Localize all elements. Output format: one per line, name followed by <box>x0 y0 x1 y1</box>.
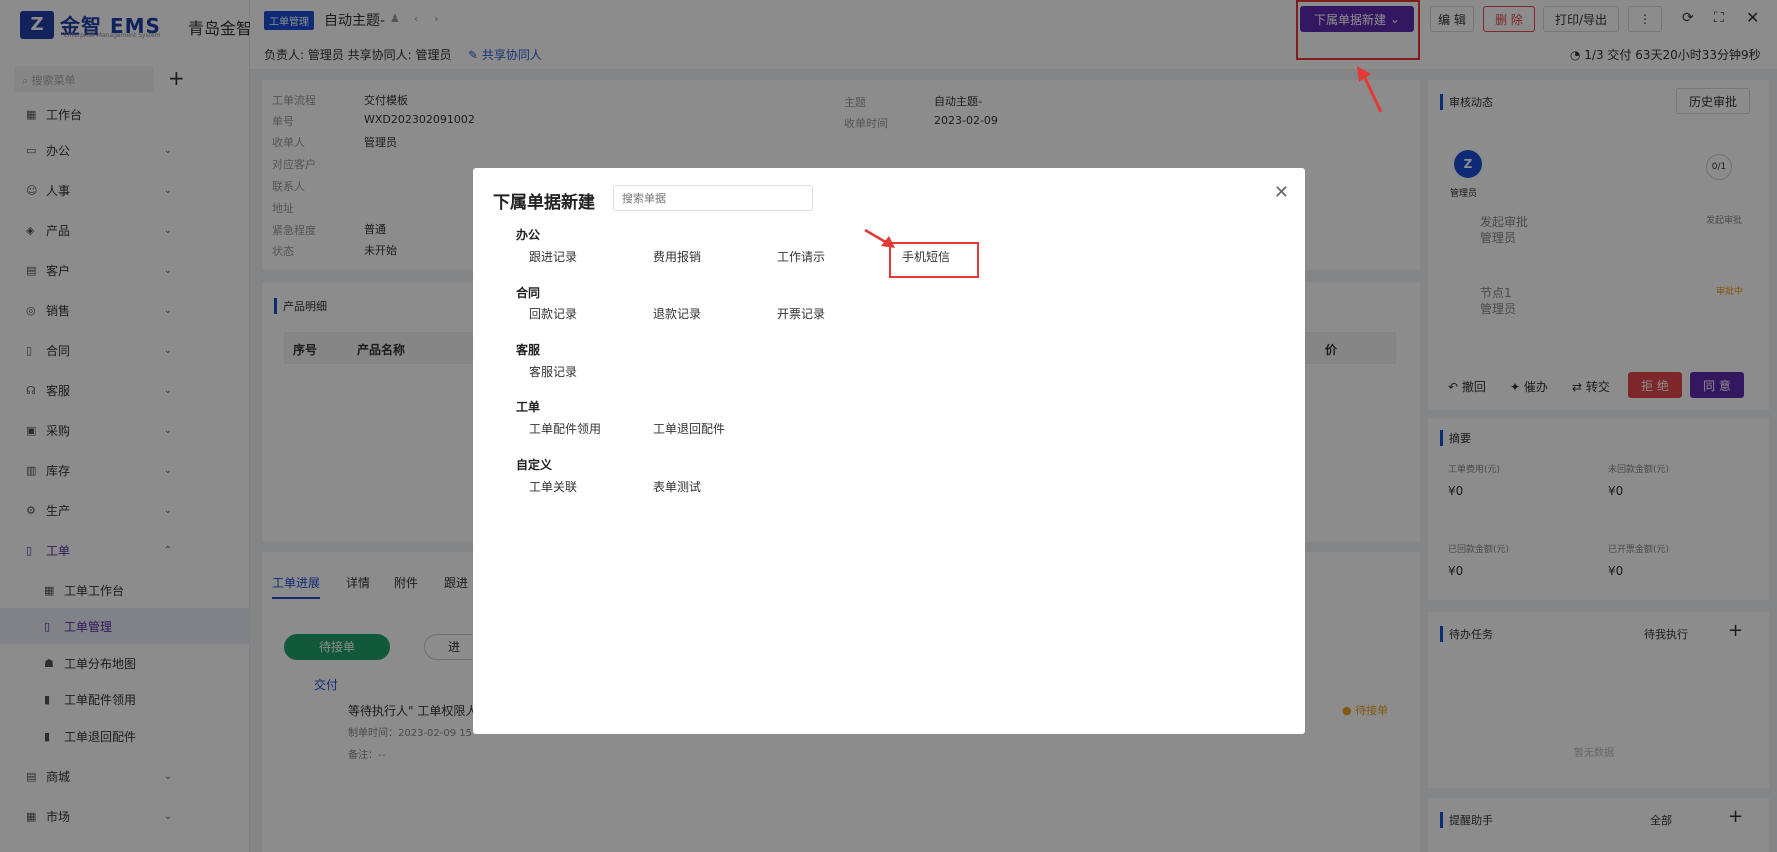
item-refund-record[interactable]: 退款记录 <box>653 305 701 322</box>
group-title-workorder: 工单 <box>516 400 541 414</box>
modal-title: 下属单据新建 <box>493 193 595 213</box>
annotation-arrow-icon <box>864 228 895 248</box>
group-title-office: 办公 <box>516 228 541 242</box>
item-work-request[interactable]: 工作请示 <box>777 248 825 265</box>
highlight-box <box>889 242 979 278</box>
item-expense[interactable]: 费用报销 <box>653 248 701 265</box>
item-form-test[interactable]: 表单测试 <box>653 478 701 495</box>
item-parts-return[interactable]: 工单退回配件 <box>653 420 725 437</box>
sub-create-modal: 下属单据新建 ✕ 办公 跟进记录 费用报销 工作请示 手机短信 合同 回款记录 … <box>473 168 1305 734</box>
item-service-record[interactable]: 客服记录 <box>529 363 577 380</box>
item-workorder-link[interactable]: 工单关联 <box>529 478 577 495</box>
item-invoice-record[interactable]: 开票记录 <box>777 305 825 322</box>
group-title-contract: 合同 <box>516 286 541 300</box>
document-search-input[interactable] <box>613 185 813 211</box>
annotation-arrow-icon <box>1357 66 1383 113</box>
item-followup-record[interactable]: 跟进记录 <box>529 248 577 265</box>
item-payment-record[interactable]: 回款记录 <box>529 305 577 322</box>
item-parts-claim[interactable]: 工单配件领用 <box>529 420 601 437</box>
close-icon[interactable]: ✕ <box>1274 182 1289 203</box>
group-title-custom: 自定义 <box>516 458 553 472</box>
group-title-service: 客服 <box>516 343 541 357</box>
